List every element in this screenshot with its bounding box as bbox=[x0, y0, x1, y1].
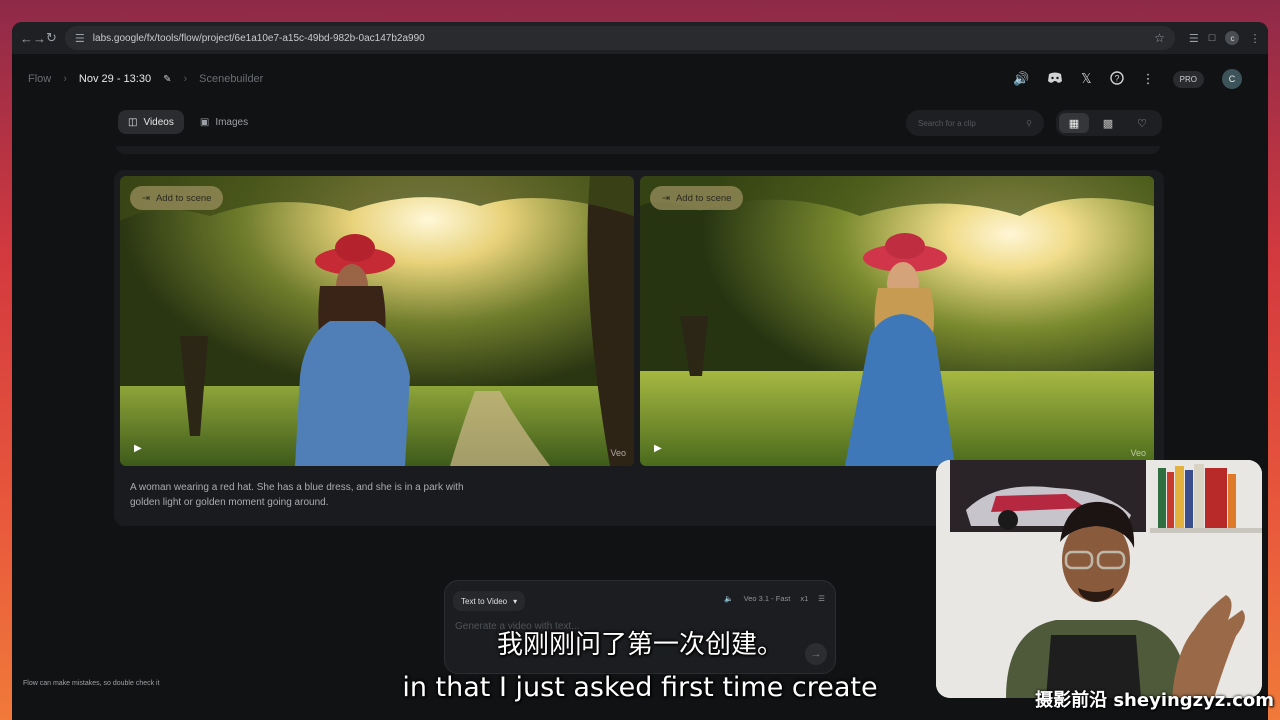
search-input[interactable]: Search for a clip ⚲ bbox=[906, 110, 1044, 136]
chevron-down-icon: ▾ bbox=[513, 596, 518, 606]
reload-icon[interactable]: ↻ bbox=[46, 26, 57, 50]
search-placeholder: Search for a clip bbox=[918, 118, 976, 128]
discord-icon[interactable] bbox=[1047, 72, 1063, 87]
mode-dropdown[interactable]: Text to Video ▾ bbox=[453, 591, 526, 611]
play-icon[interactable]: ▶ bbox=[654, 443, 662, 454]
add-to-scene-icon: ⇥ bbox=[142, 192, 150, 204]
grid-view-icon[interactable]: ▦ bbox=[1059, 113, 1089, 133]
pro-badge: PRO bbox=[1172, 70, 1204, 88]
veo-watermark: Veo bbox=[610, 448, 626, 458]
mode-label: Text to Video bbox=[461, 596, 508, 606]
svg-text:?: ? bbox=[1114, 73, 1119, 83]
address-bar[interactable]: ☰ labs.google/fx/tools/flow/project/6e1a… bbox=[64, 26, 1175, 50]
user-avatar[interactable]: C bbox=[1222, 69, 1242, 89]
browser-toolbar: ← → ↻ ☰ labs.google/fx/tools/flow/projec… bbox=[12, 22, 1268, 54]
search-icon: ⚲ bbox=[1026, 118, 1032, 128]
url-text: labs.google/fx/tools/flow/project/6e1a10… bbox=[92, 32, 425, 44]
favorites-heart-icon[interactable]: ♡ bbox=[1127, 113, 1157, 133]
video-clip-1[interactable]: ⇥ Add to scene ▶ Veo bbox=[120, 176, 634, 466]
tab-label: Videos bbox=[143, 116, 174, 128]
project-title[interactable]: Nov 29 - 13:30 bbox=[79, 73, 151, 85]
chevron-right-icon: › bbox=[63, 73, 67, 85]
volume-icon[interactable]: 🔊 bbox=[1013, 71, 1029, 87]
media-controls-icon[interactable]: ☰ bbox=[1189, 32, 1199, 45]
breadcrumb: Flow › Nov 29 - 13:30 ✎ › Scenebuilder bbox=[28, 73, 263, 85]
output-count[interactable]: x1 bbox=[800, 594, 808, 603]
back-icon[interactable]: ← bbox=[20, 26, 33, 50]
video-clip-2[interactable]: ⇥ Add to scene ▶ Veo bbox=[640, 176, 1154, 466]
site-settings-icon[interactable]: ☰ bbox=[75, 32, 85, 45]
add-to-scene-label: Add to scene bbox=[675, 192, 732, 204]
model-settings: 🔈 Veo 3.1 - Fast x1 ☰ bbox=[724, 594, 825, 603]
add-to-scene-button[interactable]: ⇥ Add to scene bbox=[130, 186, 224, 210]
prompt-text: A woman wearing a red hat. She has a blu… bbox=[130, 482, 464, 508]
webcam-overlay bbox=[936, 460, 1262, 698]
image-icon: ▣ bbox=[199, 116, 210, 128]
edit-pencil-icon[interactable]: ✎ bbox=[163, 74, 171, 85]
tab-videos[interactable]: ◫ Videos bbox=[118, 110, 184, 134]
help-icon[interactable]: ? bbox=[1109, 70, 1124, 88]
media-tabs: ◫ Videos ▣ Images bbox=[118, 110, 258, 134]
site-watermark: 摄影前沿 sheyingzyz.com bbox=[1035, 690, 1274, 711]
play-icon[interactable]: ▶ bbox=[134, 443, 142, 454]
breadcrumb-flow[interactable]: Flow bbox=[28, 73, 51, 85]
extensions-icon[interactable]: □ bbox=[1209, 32, 1216, 44]
app-header: Flow › Nov 29 - 13:30 ✎ › Scenebuilder 🔊… bbox=[12, 66, 1268, 92]
add-to-scene-icon: ⇥ bbox=[662, 192, 670, 204]
forward-icon[interactable]: → bbox=[33, 26, 46, 50]
tab-images[interactable]: ▣ Images bbox=[190, 110, 258, 134]
subtitle-chinese: 我刚刚问了第一次创建。 bbox=[496, 630, 783, 660]
x-logo-icon[interactable]: 𝕏 bbox=[1081, 71, 1091, 87]
previous-row-edge bbox=[116, 146, 1160, 154]
add-to-scene-label: Add to scene bbox=[155, 192, 212, 204]
veo-watermark: Veo bbox=[1130, 448, 1146, 458]
model-label[interactable]: Veo 3.1 - Fast bbox=[744, 594, 791, 603]
settings-sliders-icon[interactable]: ☰ bbox=[818, 594, 825, 603]
audio-icon[interactable]: 🔈 bbox=[724, 594, 733, 603]
bookmark-star-icon[interactable]: ☆ bbox=[1154, 31, 1165, 45]
add-to-scene-button[interactable]: ⇥ Add to scene bbox=[650, 186, 744, 210]
breadcrumb-scenebuilder[interactable]: Scenebuilder bbox=[199, 73, 263, 85]
profile-avatar[interactable]: c bbox=[1225, 31, 1240, 45]
view-toggle: ▦ ▩ ♡ bbox=[1056, 110, 1162, 136]
tab-label: Images bbox=[215, 116, 249, 128]
list-grid-icon[interactable]: ▩ bbox=[1093, 113, 1123, 133]
chevron-right-icon: › bbox=[183, 73, 188, 85]
browser-menu-icon[interactable]: ⋮ bbox=[1249, 32, 1260, 45]
video-icon: ◫ bbox=[128, 116, 138, 128]
more-options-icon[interactable]: ⋮ bbox=[1142, 71, 1155, 87]
